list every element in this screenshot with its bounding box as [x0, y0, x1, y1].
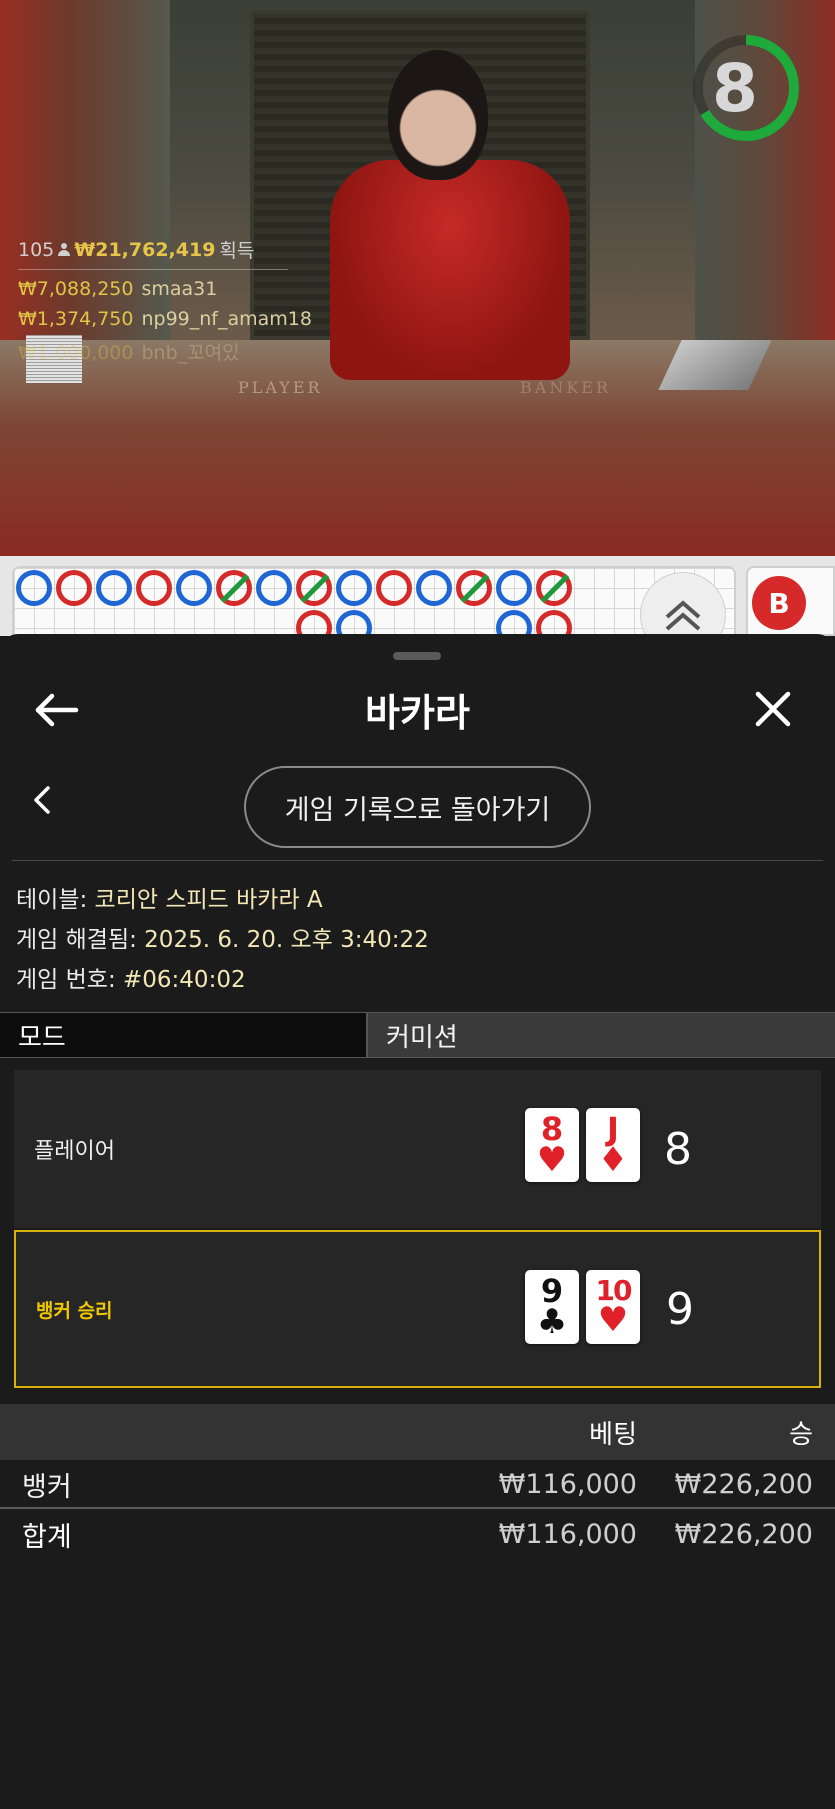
playing-card: 8 ♥: [525, 1108, 579, 1182]
winners-list: 105 ₩21,762,419 획득 ₩7,088,250 smaa31 ₩1,3…: [18, 236, 338, 365]
winner-name: bnb_꼬여있: [141, 342, 240, 364]
info-label: 테이블:: [16, 887, 95, 913]
road-marker-banker: [136, 570, 172, 606]
close-icon[interactable]: [748, 684, 798, 734]
table-row-total: 합계 ₩116,000 ₩226,200: [0, 1510, 835, 1558]
winner-amount: ₩1,000,000: [18, 342, 134, 364]
banker-result: 뱅커 승리 9 ♣ 10 ♥ 9: [14, 1230, 821, 1388]
mode-value: 커미션: [368, 1013, 835, 1057]
dealer-body: [330, 160, 570, 380]
winners-count: 105: [18, 238, 55, 261]
road-marker-player: [496, 570, 532, 606]
road-marker-banker: [56, 570, 92, 606]
winner-name: smaa31: [141, 278, 218, 300]
mode-bar: 모드 커미션: [0, 1012, 835, 1058]
countdown-timer: 8: [712, 49, 758, 127]
road-marker-banker: [376, 570, 412, 606]
winner-amount: ₩1,374,750: [18, 308, 134, 330]
live-video: PLAYER BANKER 8 105 ₩21,762,419 획득 ₩7,08…: [0, 0, 835, 556]
winner-row: ₩1,000,000 bnb_꼬여있: [18, 338, 338, 365]
playing-card: J ♦: [586, 1108, 640, 1182]
winners-summary: 105 ₩21,762,419 획득: [18, 236, 288, 270]
road-marker-player: [496, 610, 532, 634]
game-number-info: 게임 번호: #06:40:02: [16, 960, 246, 994]
club-suit-icon: ♣: [536, 1302, 568, 1342]
bet-column-header: 베팅: [589, 1419, 637, 1450]
resolved-time-info: 게임 해결됨: 2025. 6. 20. 오후 3:40:22: [16, 920, 429, 954]
win-column-header: 승: [789, 1419, 813, 1450]
winner-row: ₩7,088,250 smaa31: [18, 278, 338, 300]
dealer-head: [388, 50, 488, 180]
chevron-left-icon[interactable]: [28, 782, 58, 818]
heart-suit-icon: ♥: [597, 1300, 629, 1340]
banker-win-label: 뱅커 승리: [36, 1299, 113, 1322]
chevrons-up-icon: [665, 600, 701, 631]
felt-label-banker: BANKER: [520, 378, 611, 397]
bets-table-header: 베팅 승: [0, 1404, 835, 1460]
row-label: 뱅커: [22, 1471, 72, 1503]
sheet-title: 바카라: [365, 690, 470, 735]
divider: [12, 860, 823, 861]
row-win: ₩226,200: [674, 1518, 813, 1550]
banker-score: 9: [666, 1283, 694, 1335]
playing-card: 9 ♣: [525, 1270, 579, 1344]
road-marker-banker: [536, 610, 572, 634]
winner-amount: ₩7,088,250: [18, 278, 134, 300]
row-label: 합계: [22, 1521, 72, 1553]
road-marker-player: [336, 570, 372, 606]
row-bet: ₩116,000: [498, 1468, 637, 1500]
game-history-sheet: 바카라 게임 기록으로 돌아가기 테이블: 코리안 스피드 바카라 A 게임 해…: [0, 634, 835, 1809]
road-marker-player: [336, 610, 372, 634]
playing-card: 10 ♥: [586, 1270, 640, 1344]
diamond-suit-icon: ♦: [597, 1140, 629, 1180]
bead-road-panel[interactable]: B: [746, 566, 835, 636]
heart-suit-icon: ♥: [536, 1140, 568, 1180]
felt-label-player: PLAYER: [238, 378, 323, 397]
info-label: 게임 번호:: [16, 967, 124, 993]
road-marker-banker-tie: [216, 570, 252, 606]
player-result: 플레이어 8 ♥ J ♦ 8: [14, 1070, 821, 1228]
row-win: ₩226,200: [674, 1468, 813, 1500]
road-marker-player: [256, 570, 292, 606]
player-score: 8: [664, 1123, 692, 1175]
road-marker-player: [416, 570, 452, 606]
road-marker-player: [16, 570, 52, 606]
winner-row: ₩1,374,750 np99_nf_amam18: [18, 308, 338, 330]
table-row: 뱅커 ₩116,000 ₩226,200: [0, 1460, 835, 1508]
user-icon: [58, 242, 71, 257]
winners-total: ₩21,762,419: [74, 238, 216, 261]
road-marker-banker-tie: [536, 570, 572, 606]
row-bet: ₩116,000: [498, 1518, 637, 1550]
divider: [0, 1507, 835, 1509]
big-road-grid[interactable]: [12, 566, 736, 636]
info-value: 코리안 스피드 바카라 A: [94, 887, 323, 913]
winner-name: np99_nf_amam18: [141, 308, 312, 330]
sheet-drag-handle[interactable]: [393, 652, 441, 660]
info-value: 2025. 6. 20. 오후 3:40:22: [144, 927, 429, 953]
info-value: #06:40:02: [123, 967, 246, 993]
scoreboard-strip: B: [0, 556, 835, 658]
back-arrow-icon[interactable]: [30, 688, 86, 732]
road-marker-banker-tie: [296, 570, 332, 606]
road-marker-banker-tie: [456, 570, 492, 606]
player-label: 플레이어: [34, 1139, 115, 1164]
road-marker-player: [96, 570, 132, 606]
sheet-header: 바카라: [0, 674, 835, 744]
winners-suffix: 획득: [219, 240, 255, 262]
road-marker-player: [176, 570, 212, 606]
banker-badge: B: [752, 576, 806, 630]
mode-label: 모드: [0, 1013, 368, 1057]
info-label: 게임 해결됨:: [16, 927, 145, 953]
table-info: 테이블: 코리안 스피드 바카라 A: [16, 880, 323, 914]
back-to-history-button[interactable]: 게임 기록으로 돌아가기: [244, 766, 591, 848]
road-marker-banker: [296, 610, 332, 634]
